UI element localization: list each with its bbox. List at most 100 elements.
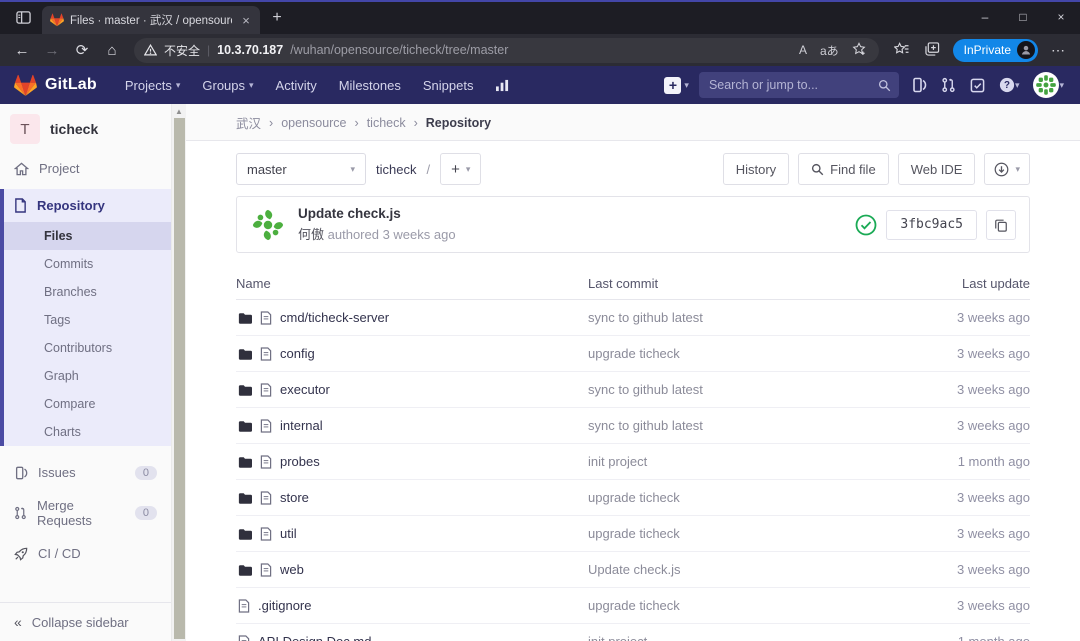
sidebar-item-commits[interactable]: Commits: [4, 250, 171, 278]
sidebar-item-merge-requests[interactable]: Merge Requests 0: [0, 489, 171, 537]
add-favorite-icon[interactable]: [849, 42, 869, 58]
close-icon[interactable]: ×: [1042, 2, 1080, 32]
repository-icon: [14, 198, 27, 213]
last-commit-panel: Update check.js 何傲 authored 3 weeks ago …: [236, 196, 1030, 253]
tab-close-icon[interactable]: ×: [238, 13, 254, 28]
window-controls: – □ ×: [966, 2, 1080, 32]
help-menu[interactable]: ? ▾: [997, 77, 1022, 93]
sidebar-item-charts[interactable]: Charts: [4, 418, 171, 446]
commit-message[interactable]: Update check.js: [298, 206, 843, 221]
breadcrumb-project[interactable]: ticheck: [367, 116, 406, 130]
folder-icon: [238, 348, 252, 360]
add-file-button[interactable]: + ▾: [440, 153, 481, 185]
favorites-icon[interactable]: [887, 42, 916, 59]
breadcrumb-subgroup[interactable]: opensource: [281, 116, 346, 130]
sidebar-item-contributors[interactable]: Contributors: [4, 334, 171, 362]
file-name-link: .gitignore: [258, 598, 311, 613]
minimize-icon[interactable]: –: [966, 2, 1004, 32]
home-icon[interactable]: ⌂: [98, 37, 126, 63]
commit-message-link[interactable]: sync to github latest: [588, 310, 890, 325]
pipeline-status-icon[interactable]: [855, 214, 877, 236]
file-icon: [238, 599, 250, 613]
commit-message-link[interactable]: init project: [588, 634, 890, 641]
chevron-down-icon: ▾: [350, 164, 355, 175]
refresh-icon[interactable]: ⟳: [68, 37, 96, 63]
nav-milestones[interactable]: Milestones: [329, 78, 411, 93]
file-name-link: config: [280, 346, 315, 361]
sidebar-item-repository[interactable]: Repository: [4, 189, 171, 222]
nav-activity[interactable]: Activity: [266, 78, 327, 93]
maximize-icon[interactable]: □: [1004, 2, 1042, 32]
translate-icon[interactable]: aあ: [817, 42, 842, 59]
inprivate-badge[interactable]: InPrivate: [953, 39, 1038, 62]
breadcrumb-group[interactable]: 武汉: [236, 113, 261, 132]
folder-icon: [238, 384, 252, 396]
commit-message-link[interactable]: upgrade ticheck: [588, 346, 890, 361]
gitlab-brand[interactable]: GitLab: [14, 74, 97, 97]
sidebar-item-branches[interactable]: Branches: [4, 278, 171, 306]
address-bar[interactable]: 不安全 | 10.3.70.187/wuhan/opensource/tiche…: [134, 38, 879, 63]
browser-tab[interactable]: Files · master · 武汉 / opensourc ×: [42, 6, 260, 34]
commit-message-link[interactable]: upgrade ticheck: [588, 490, 890, 505]
sidebar-scrollbar[interactable]: ▲: [172, 104, 186, 641]
security-label[interactable]: 不安全: [164, 42, 200, 59]
gitlab-favicon-icon: [50, 13, 64, 27]
scrollbar-up-icon[interactable]: ▲: [175, 104, 183, 118]
table-row: executor sync to github latest 3 weeks a…: [236, 372, 1030, 408]
nav-projects[interactable]: Projects▾: [115, 78, 191, 93]
file-icon: [260, 311, 272, 325]
nav-groups[interactable]: Groups▾: [192, 78, 263, 93]
tab-actions-icon[interactable]: [8, 2, 38, 32]
profile-avatar[interactable]: [1017, 41, 1035, 59]
file-icon: [260, 491, 272, 505]
commit-message-link[interactable]: upgrade ticheck: [588, 526, 890, 541]
file-name-link: cmd/ticheck-server: [280, 310, 389, 325]
history-button[interactable]: History: [723, 153, 789, 185]
commit-message-link[interactable]: Update check.js: [588, 562, 890, 577]
commit-message-link[interactable]: upgrade ticheck: [588, 598, 890, 613]
commit-meta: 何傲 authored 3 weeks ago: [298, 224, 843, 243]
web-ide-button[interactable]: Web IDE: [898, 153, 976, 185]
back-icon[interactable]: ←: [8, 37, 36, 63]
branch-selector[interactable]: master ▾: [236, 153, 366, 185]
find-file-button[interactable]: Find file: [798, 153, 889, 185]
search-input[interactable]: [699, 72, 899, 98]
commit-author[interactable]: 何傲: [298, 227, 324, 242]
scrollbar-thumb[interactable]: [174, 118, 185, 639]
sidebar-item-project[interactable]: Project: [0, 152, 171, 185]
sidebar-item-compare[interactable]: Compare: [4, 390, 171, 418]
sidebar-item-files[interactable]: Files: [4, 222, 171, 250]
sidebar-item-cicd[interactable]: CI / CD: [0, 537, 171, 570]
analytics-icon[interactable]: [485, 79, 520, 92]
project-context[interactable]: T ticheck: [0, 104, 171, 152]
table-row: util upgrade ticheck 3 weeks ago: [236, 516, 1030, 552]
mr-count-badge: 0: [135, 506, 157, 520]
chevron-down-icon: ▾: [1059, 80, 1064, 91]
sidebar-item-graph[interactable]: Graph: [4, 362, 171, 390]
file-name-link: internal: [280, 418, 323, 433]
commit-message-link[interactable]: sync to github latest: [588, 418, 890, 433]
commit-sha-button[interactable]: 3fbc9ac5: [886, 210, 977, 240]
tree-path-project[interactable]: ticheck: [376, 162, 416, 177]
commit-message-link[interactable]: init project: [588, 454, 890, 469]
home-icon: [14, 162, 29, 176]
chevron-down-icon: ▾: [1015, 164, 1020, 175]
commit-message-link[interactable]: sync to github latest: [588, 382, 890, 397]
sidebar-item-tags[interactable]: Tags: [4, 306, 171, 334]
issues-icon[interactable]: [909, 77, 929, 93]
sidebar-item-issues[interactable]: Issues 0: [0, 456, 171, 489]
read-aloud-icon[interactable]: A: [796, 43, 810, 57]
download-button[interactable]: ▾: [984, 153, 1030, 185]
tree-actions: History Find file Web IDE ▾: [723, 153, 1030, 185]
todos-icon[interactable]: [968, 78, 987, 93]
nav-snippets[interactable]: Snippets: [413, 78, 484, 93]
collections-icon[interactable]: [918, 42, 947, 59]
more-options-icon[interactable]: ⋯: [1044, 42, 1072, 59]
merge-request-icon[interactable]: [939, 77, 958, 93]
copy-sha-button[interactable]: [986, 210, 1016, 240]
user-menu[interactable]: ▾: [1031, 72, 1066, 98]
new-tab-icon[interactable]: +: [264, 5, 290, 31]
chevron-down-icon: ▾: [1015, 80, 1020, 91]
new-menu[interactable]: + ▾: [664, 77, 689, 94]
collapse-sidebar-button[interactable]: « Collapse sidebar: [0, 602, 171, 641]
